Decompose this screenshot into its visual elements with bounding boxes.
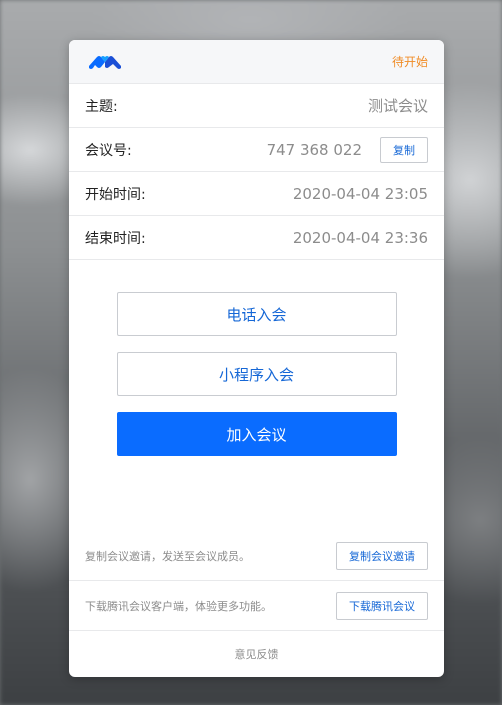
invite-row: 复制会议邀请，发送至会议成员。 复制会议邀请	[69, 531, 444, 581]
end-time-row: 结束时间: 2020-04-04 23:36	[69, 216, 444, 260]
end-time-value: 2020-04-04 23:36	[292, 228, 428, 247]
download-client-button[interactable]: 下载腾讯会议	[336, 591, 428, 620]
meeting-id-group: 747 368 022 复制	[266, 136, 428, 163]
topic-value: 测试会议	[367, 97, 428, 115]
miniprogram-join-button[interactable]: 小程序入会	[116, 352, 397, 396]
copy-meeting-id-button[interactable]: 复制	[380, 136, 428, 163]
meeting-card: 待开始 主题: 测试会议 会议号: 747 368 022 复制 开始时间: 2…	[69, 40, 444, 677]
start-time-value: 2020-04-04 23:05	[292, 184, 428, 203]
end-time-label: 结束时间:	[85, 230, 146, 247]
topic-label: 主题:	[85, 98, 118, 115]
meeting-id-value: 747 368 022	[266, 140, 362, 159]
feedback-link[interactable]: 意见反馈	[69, 631, 444, 677]
meeting-status-badge: 待开始	[391, 55, 428, 69]
invite-text: 复制会议邀请，发送至会议成员。	[85, 549, 250, 563]
start-time-row: 开始时间: 2020-04-04 23:05	[69, 172, 444, 216]
meeting-id-label: 会议号:	[85, 142, 132, 159]
start-time-label: 开始时间:	[85, 186, 146, 203]
tencent-meeting-logo-icon	[89, 53, 121, 71]
download-text: 下载腾讯会议客户端，体验更多功能。	[85, 599, 272, 613]
copy-invite-button[interactable]: 复制会议邀请	[336, 541, 428, 570]
card-header: 待开始	[69, 40, 444, 84]
join-actions: 电话入会 小程序入会 加入会议	[69, 260, 444, 472]
download-row: 下载腾讯会议客户端，体验更多功能。 下载腾讯会议	[69, 581, 444, 631]
topic-row: 主题: 测试会议	[69, 84, 444, 128]
phone-join-button[interactable]: 电话入会	[116, 292, 397, 336]
join-meeting-button[interactable]: 加入会议	[116, 412, 397, 456]
card-footer: 复制会议邀请，发送至会议成员。 复制会议邀请 下载腾讯会议客户端，体验更多功能。…	[69, 531, 444, 677]
meeting-id-row: 会议号: 747 368 022 复制	[69, 128, 444, 172]
